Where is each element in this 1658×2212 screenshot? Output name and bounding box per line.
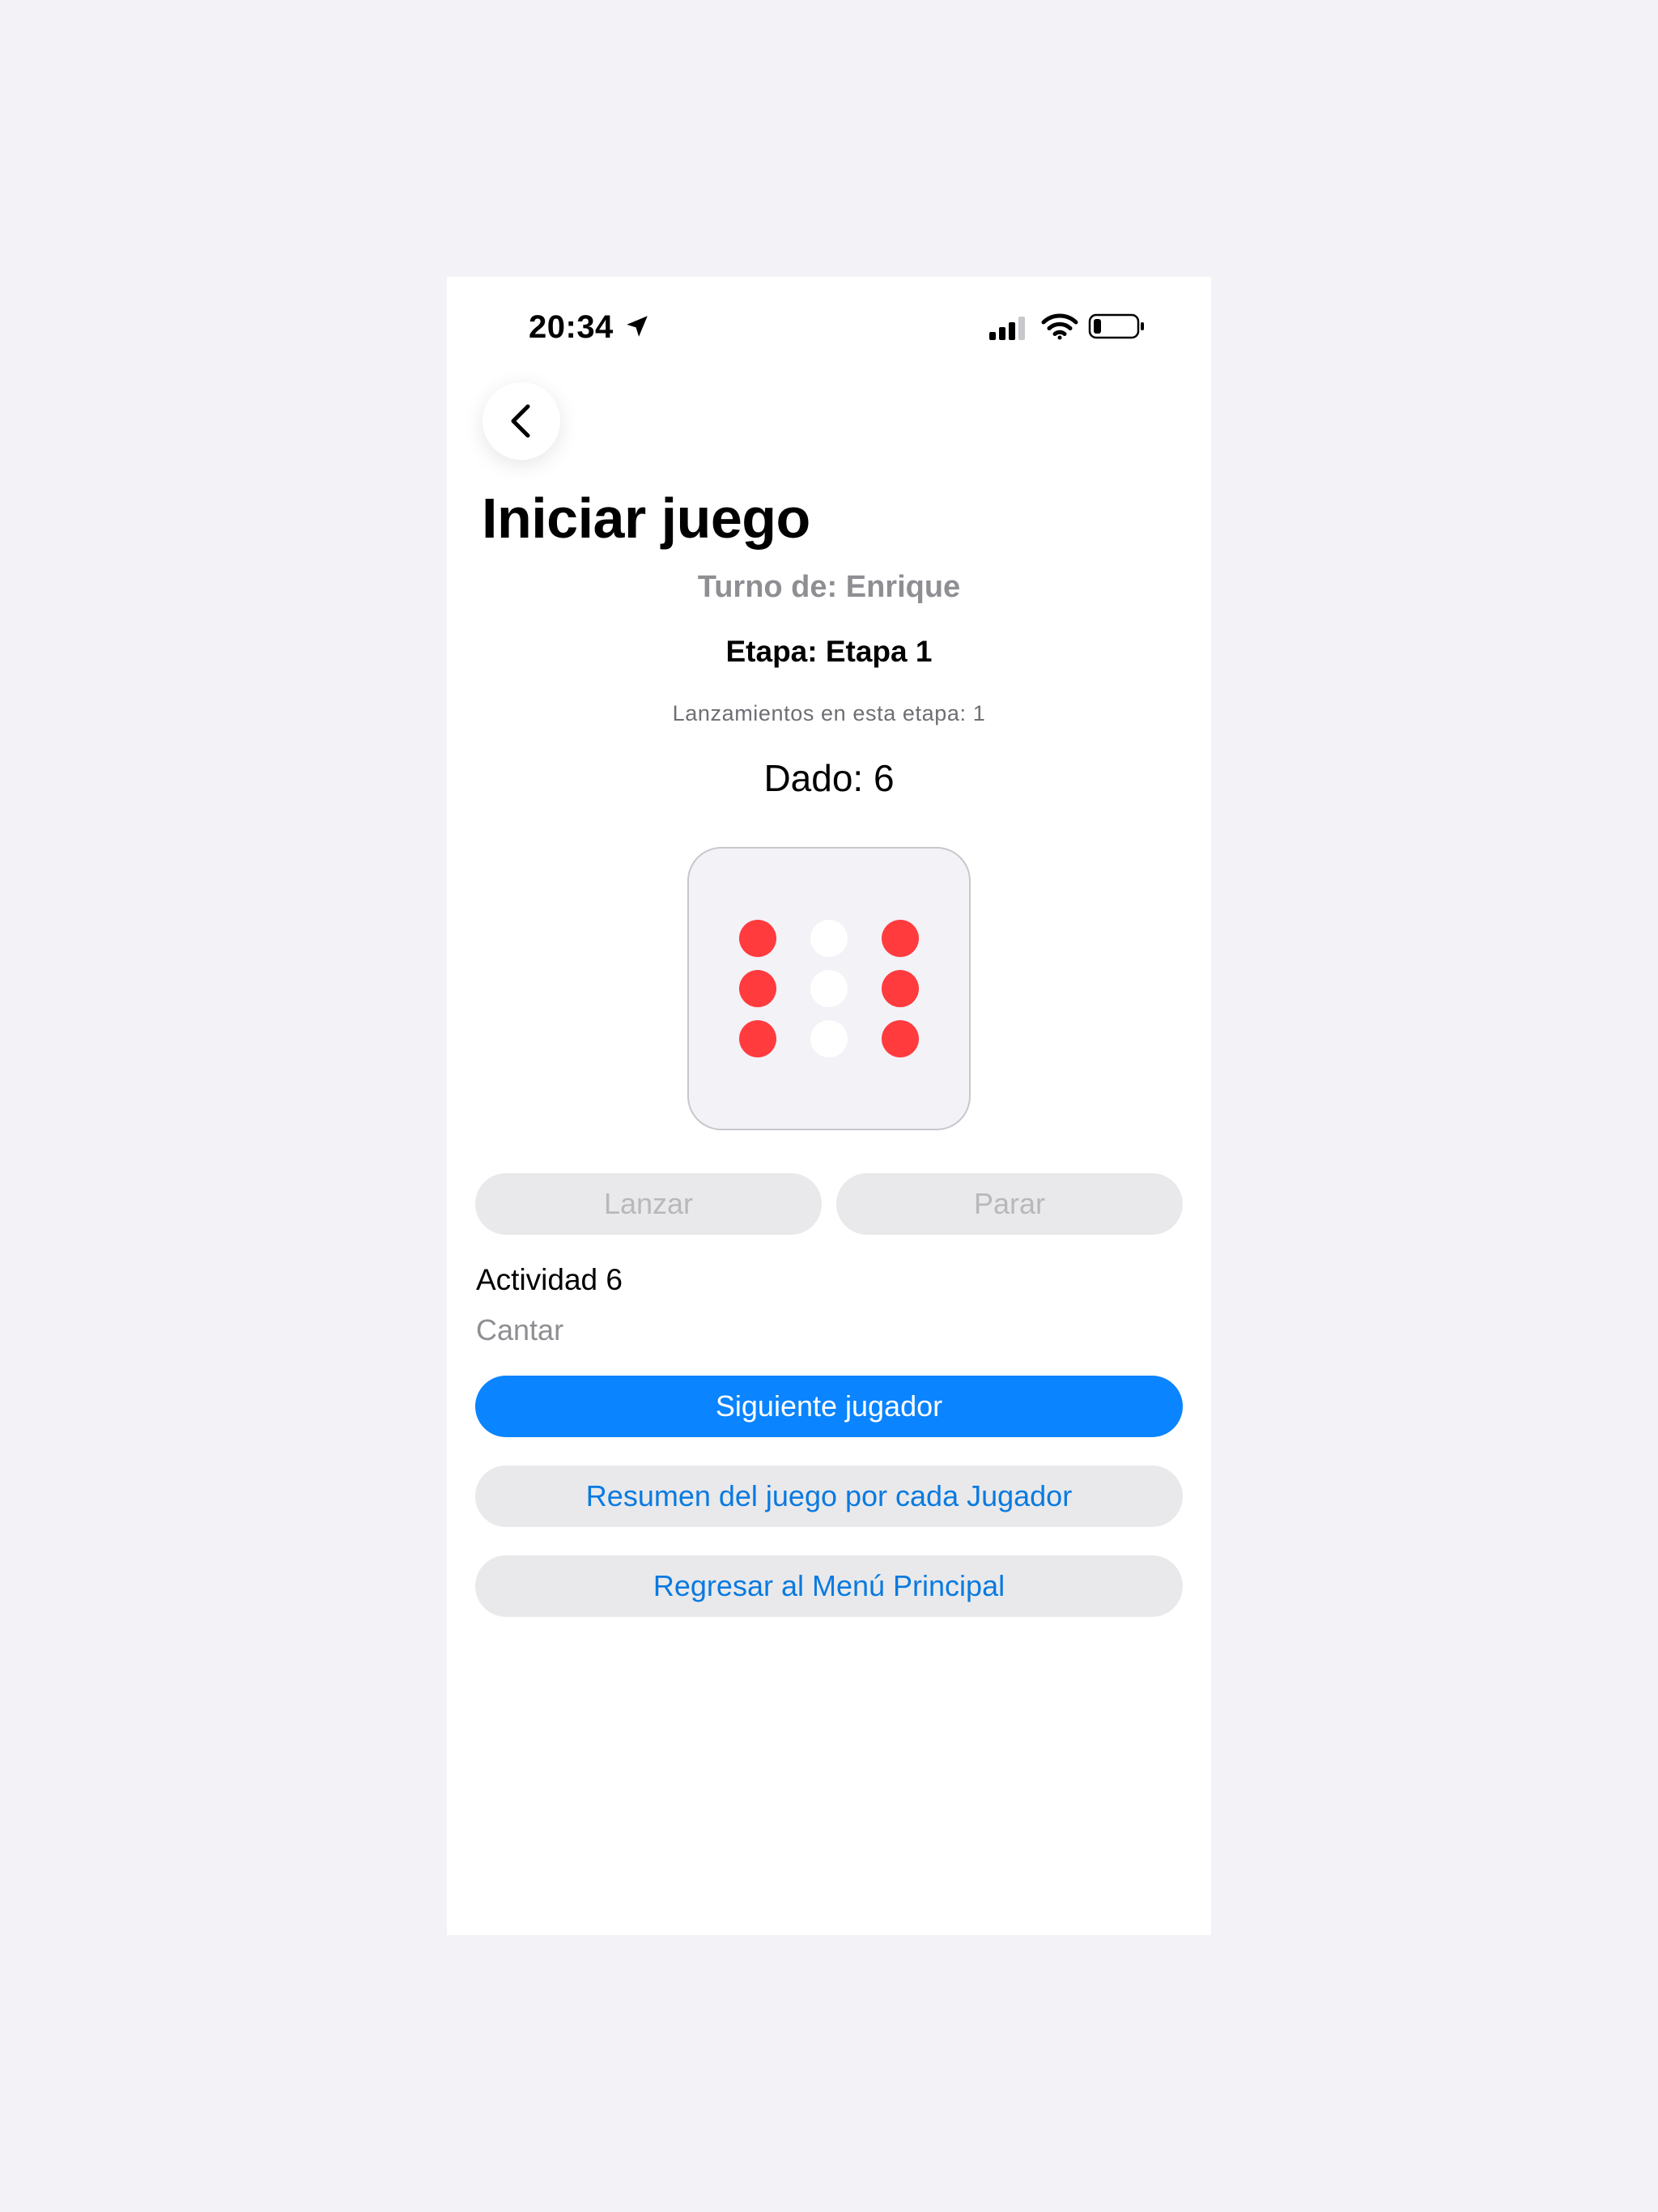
dice-value-label: Dado: 6 (763, 757, 895, 799)
location-arrow-icon (627, 316, 648, 337)
die-pip (739, 1020, 776, 1057)
die-pip-empty (810, 970, 848, 1007)
turn-label: Turno de: Enrique (697, 570, 961, 604)
battery-low-icon (1088, 313, 1144, 339)
die-face (687, 847, 971, 1130)
activity-title: Actividad 6 (476, 1263, 623, 1296)
die-pip (739, 970, 776, 1007)
die-pip (882, 920, 919, 957)
cellular-signal-icon (989, 317, 1025, 340)
phone-screen: 20:34 Iniciar juego Turno de: Enrique Et… (447, 277, 1211, 1935)
die-pip (739, 920, 776, 957)
die-pip-empty (810, 920, 848, 957)
back-button[interactable] (483, 382, 560, 460)
throws-count-label: Lanzamientos en esta etapa: 1 (672, 701, 986, 725)
chevron-left-icon (511, 404, 530, 438)
die-pip (882, 1020, 919, 1057)
main-menu-button[interactable]: Regresar al Menú Principal (475, 1555, 1183, 1617)
throw-button[interactable]: Lanzar (475, 1173, 822, 1235)
stage-label: Etapa: Etapa 1 (725, 635, 933, 668)
status-time: 20:34 (529, 309, 614, 345)
page-title: Iniciar juego (482, 487, 810, 550)
next-player-button[interactable]: Siguiente jugador (475, 1376, 1183, 1437)
stop-button[interactable]: Parar (836, 1173, 1183, 1235)
wifi-icon (1041, 313, 1078, 340)
die-pip-empty (810, 1020, 848, 1057)
die-pip (882, 970, 919, 1007)
game-summary-button[interactable]: Resumen del juego por cada Jugador (475, 1465, 1183, 1527)
activity-description: Cantar (476, 1313, 564, 1346)
